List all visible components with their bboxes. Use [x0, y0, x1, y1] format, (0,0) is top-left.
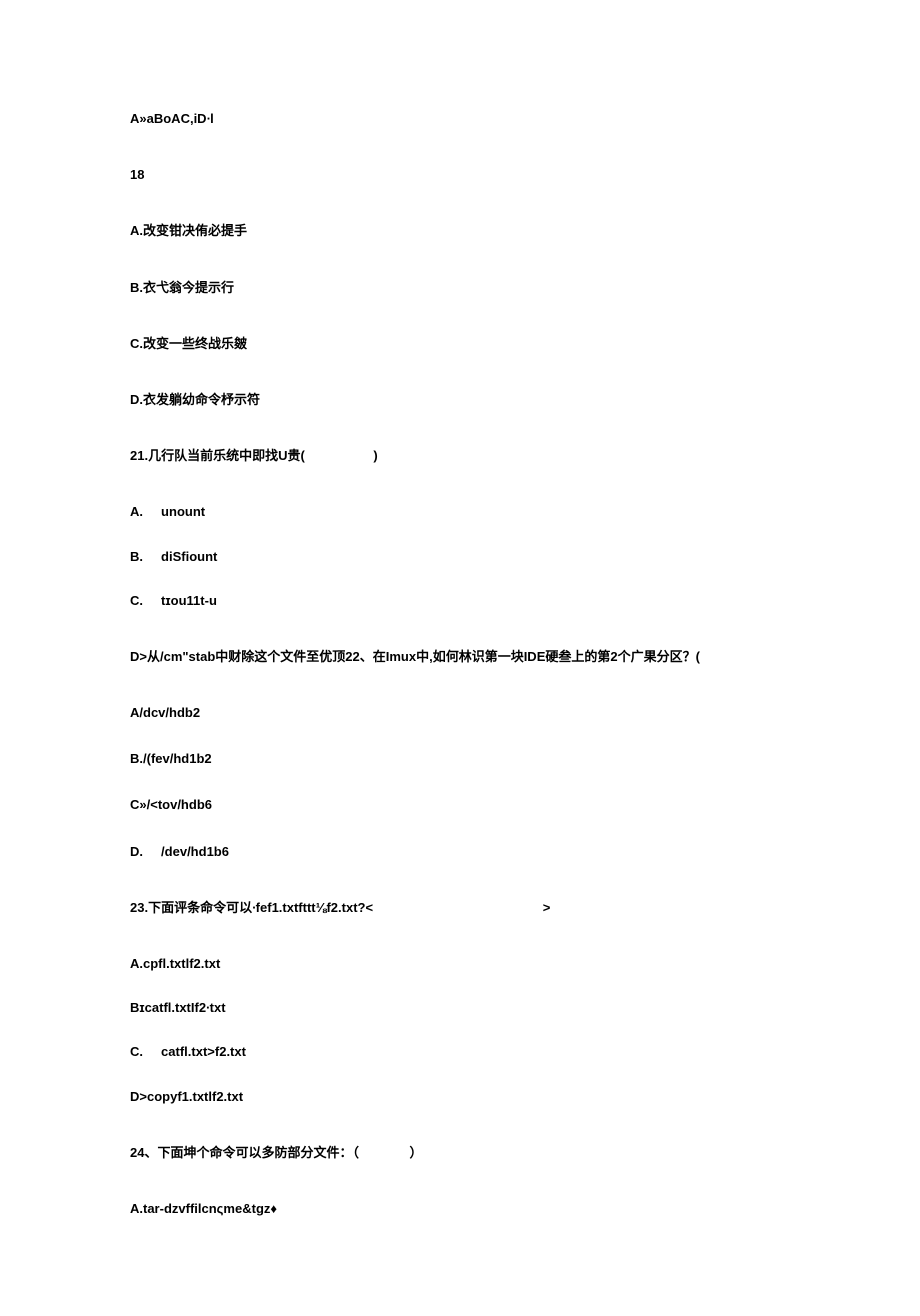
option-a: A.tar-dzvffilcnςme&tgz♦	[130, 1200, 790, 1218]
option-d: D. /dev/hd1b6	[130, 843, 790, 861]
question-23: 23.下面评条命令可以∙fef1.txtfttt⅛f2.txt?< >	[130, 899, 790, 917]
text-line: A»aBoAC,iD∙l	[130, 110, 790, 128]
text-line: 18	[130, 166, 790, 184]
option-b: B. diSfiount	[130, 548, 790, 566]
option-b: Bɪcatfl.txtIf2∙txt	[130, 999, 790, 1017]
option-c: C. catfl.txt>f2.txt	[130, 1043, 790, 1061]
option-a: A.cpfl.txtlf2.txt	[130, 955, 790, 973]
option-d: D.衣发躺幼命令杼示符	[130, 391, 790, 409]
option-a: A.改变钳决侑必提手	[130, 222, 790, 240]
option-c: C»/<tov/hdb6	[130, 796, 790, 814]
question-24: 24、下面坤个命令可以多防部分文件：（ ）	[130, 1144, 790, 1162]
option-d: D>copyf1.txtlf2.txt	[130, 1088, 790, 1106]
option-d-question-22: D>从/cm"stab中财除这个文件至优顶22、在Imux中,如何林识第一块ID…	[130, 648, 790, 666]
option-c: C. tɪou11t-u	[130, 592, 790, 610]
option-b: B./(fev/hd1b2	[130, 750, 790, 768]
option-a: A. unount	[130, 503, 790, 521]
question-21: 21.几行队当前乐统中即找U贵( )	[130, 447, 790, 465]
option-c: C.改变一些终战乐皴	[130, 335, 790, 353]
option-b: B.衣弋翁今提示行	[130, 279, 790, 297]
option-a: A/dcv/hdb2	[130, 704, 790, 722]
